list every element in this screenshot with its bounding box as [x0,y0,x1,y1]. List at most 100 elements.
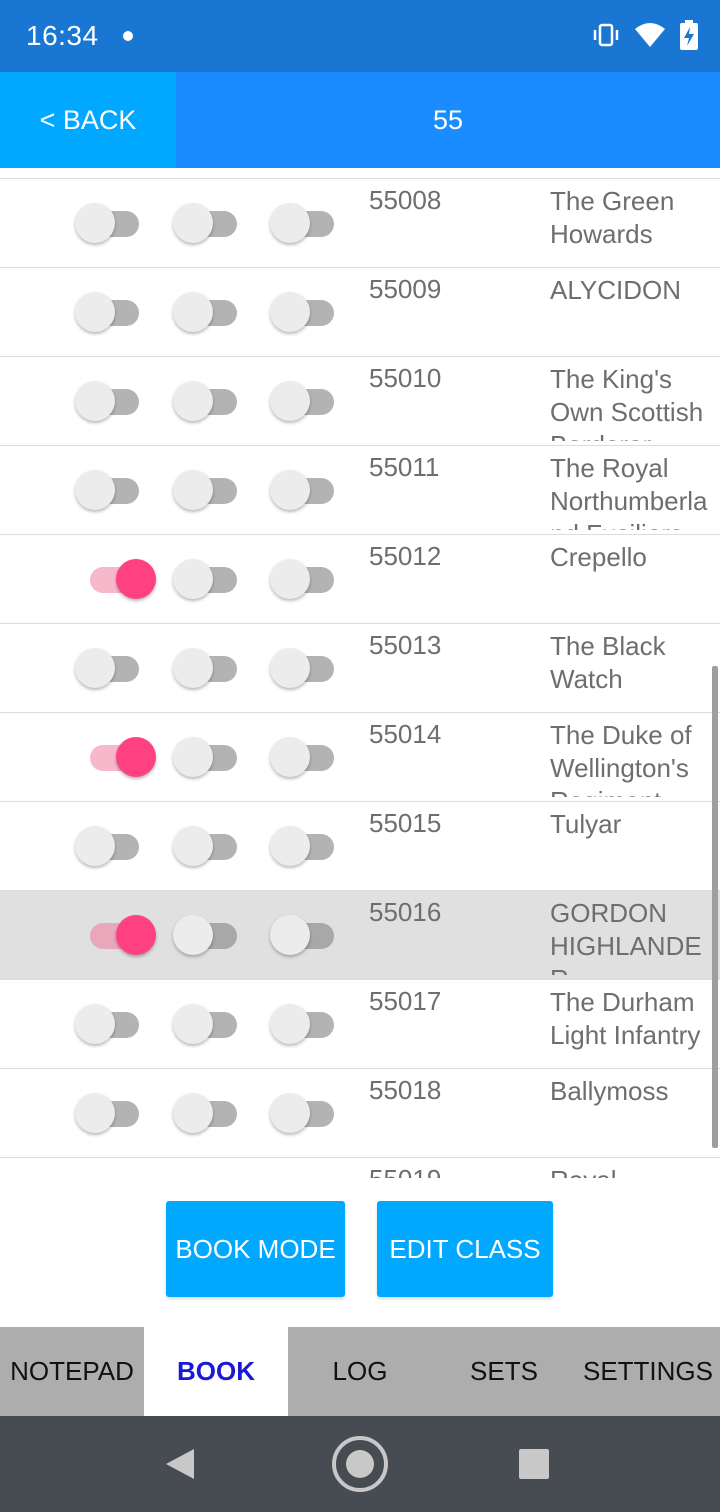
loco-name: The Royal Northumberland Fusiliers [550,453,708,530]
toggle-switch-2[interactable] [173,292,239,332]
back-triangle-icon[interactable] [140,1416,220,1512]
scrollbar[interactable] [712,666,718,1148]
loco-list[interactable]: 55008 The Green Howards 55009 ALYCIDON 55010… [0,168,720,1178]
loco-name: Tulyar [550,809,622,839]
toggle-switch-2[interactable] [173,826,239,866]
toggle-switch-3[interactable] [270,737,336,777]
toggle-switch-2[interactable] [173,648,239,688]
vibrate-icon [592,21,620,49]
switch-thumb [173,648,213,688]
switch-thumb [173,559,213,599]
list-item[interactable]: 55009 ALYCIDON [0,268,720,357]
switch-thumb [270,292,310,332]
loco-name: Crepello [550,542,647,572]
toggle-switch-1[interactable] [90,737,156,777]
recents-square-icon[interactable] [494,1416,574,1512]
switch-thumb [75,1004,115,1044]
toggle-switch-3[interactable] [270,1093,336,1133]
toggle-switch-3[interactable] [270,381,336,421]
switch-thumb [75,826,115,866]
tab-sets[interactable]: SETS [432,1327,576,1416]
toggle-switch-2[interactable] [173,470,239,510]
list-item[interactable]: 55008 The Green Howards [0,179,720,268]
tab-book[interactable]: BOOK [144,1327,288,1416]
toggle-switch-1[interactable] [75,826,141,866]
switch-thumb [75,648,115,688]
switch-thumb [75,470,115,510]
status-bar: 16:34 [0,0,720,72]
toggle-switch-3[interactable] [270,203,336,243]
home-circle-icon[interactable] [320,1416,400,1512]
toggle-switch-3[interactable] [270,470,336,510]
toggle-switch-3[interactable] [270,826,336,866]
loco-number: 55008 [369,185,442,215]
toggle-switch-1[interactable] [75,470,141,510]
toggle-switch-2[interactable] [173,203,239,243]
list-item[interactable]: 55013 The Black Watch [0,624,720,713]
toggle-switch-3[interactable] [270,915,336,955]
toggle-switch-2[interactable] [173,1093,239,1133]
toggle-switch-2[interactable] [173,559,239,599]
app-bar: < BACK 55 [0,72,720,168]
tab-log[interactable]: LOG [288,1327,432,1416]
loco-number: 55019 [369,1164,441,1178]
loco-name: GORDON HIGHLANDER [550,898,702,975]
list-item[interactable]: 55014 The Duke of Wellington's Regiment [0,713,720,802]
loco-number: 55018 [369,1075,442,1105]
toggle-switch-2[interactable] [173,915,239,955]
toggle-switch-1[interactable] [75,381,141,421]
toggle-switch-1[interactable] [75,648,141,688]
edit-class-button[interactable]: EDIT CLASS [377,1201,553,1297]
loco-number: 55011 [369,452,440,482]
notification-dot-icon [123,31,133,41]
toggle-switch-1[interactable] [75,203,141,243]
list-item[interactable]: 55010 The King's Own Scottish Borderer [0,357,720,446]
loco-name: Ballymoss [550,1076,669,1106]
list-item[interactable]: 55018 Ballymoss [0,1069,720,1158]
list-item[interactable]: 55017 The Durham Light Infantry [0,980,720,1069]
switch-thumb [173,826,213,866]
toggle-switch-1[interactable] [75,292,141,332]
loco-name: The Black Watch [550,631,666,694]
book-mode-button[interactable]: BOOK MODE [166,1201,345,1297]
switch-thumb [270,826,310,866]
loco-number: 55012 [369,541,442,571]
loco-number: 55017 [369,986,442,1016]
switch-thumb [270,559,310,599]
switch-thumb [270,1093,310,1133]
system-nav-bar [0,1416,720,1512]
toggle-switch-2[interactable] [173,1004,239,1044]
switch-thumb [116,915,156,955]
switch-thumb [116,737,156,777]
switch-thumb [270,1004,310,1044]
switch-thumb [270,915,310,955]
loco-number: 55015 [369,808,442,838]
bottom-tab-bar: NOTEPAD BOOK LOG SETS SETTINGS [0,1327,720,1416]
switch-thumb [75,381,115,421]
toggle-switch-3[interactable] [270,1004,336,1044]
tab-settings[interactable]: SETTINGS [576,1327,720,1416]
toggle-switch-3[interactable] [270,648,336,688]
list-item[interactable]: 55012 Crepello [0,535,720,624]
loco-name: The Duke of Wellington's Regiment [550,720,692,797]
back-button[interactable]: < BACK [0,72,176,168]
toggle-switch-2[interactable] [173,381,239,421]
status-time: 16:34 [26,20,99,51]
tab-notepad[interactable]: NOTEPAD [0,1327,144,1416]
toggle-switch-3[interactable] [270,559,336,599]
loco-number: 55013 [369,630,442,660]
list-item[interactable]: 55011 The Royal Northumberland Fusiliers [0,446,720,535]
loco-name: The Durham Light Infantry [550,987,701,1050]
toggle-switch-1[interactable] [75,1093,141,1133]
list-item[interactable]: 55015 Tulyar [0,802,720,891]
list-item[interactable]: 55016 GORDON HIGHLANDER [0,891,720,980]
toggle-switch-1[interactable] [90,915,156,955]
toggle-switch-1[interactable] [75,1004,141,1044]
switch-thumb [116,559,156,599]
status-icons [592,20,698,50]
toggle-switch-3[interactable] [270,292,336,332]
toggle-switch-2[interactable] [173,737,239,777]
loco-number: 55014 [369,719,442,749]
list-item[interactable]: 55019 Royal [0,1158,720,1178]
toggle-switch-1[interactable] [90,559,156,599]
